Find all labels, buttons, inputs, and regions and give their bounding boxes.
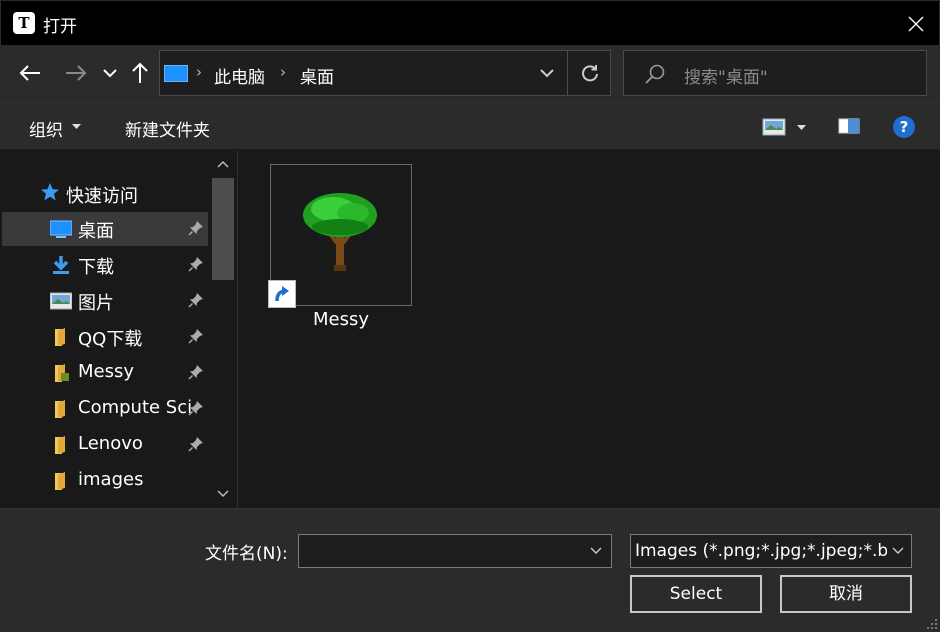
arrow-up-icon [132, 62, 148, 83]
sidebar-item-compute-sci[interactable]: Compute Sci [2, 392, 208, 426]
chevron-down-icon [103, 69, 117, 78]
up-button[interactable] [126, 59, 154, 87]
sidebar-item-desktop[interactable]: 桌面 [2, 212, 208, 246]
address-dropdown-button[interactable] [528, 51, 566, 95]
scroll-down-button[interactable] [210, 482, 236, 506]
chevron-up-icon [217, 160, 229, 168]
search-placeholder: 搜索"桌面" [684, 68, 768, 88]
navigation-bar: › 此电脑 › 桌面 搜索"桌面" [0, 45, 940, 102]
file-type-select[interactable]: Images (*.png;*.jpg;*.jpeg;*.b [630, 534, 912, 568]
file-type-value: Images (*.png;*.jpg;*.jpeg;*.b [635, 541, 887, 561]
sidebar-item-label: 下载 [78, 257, 114, 278]
quick-access-label[interactable]: 快速访问 [66, 182, 138, 208]
sidebar-item-messy[interactable]: Messy [2, 356, 208, 390]
folder-icon [55, 400, 65, 418]
arrow-right-icon [66, 65, 87, 81]
chevron-right-icon: › [280, 63, 286, 81]
caret-down-icon [72, 124, 81, 129]
shortcut-arrow-icon [275, 286, 289, 302]
recent-locations-button[interactable] [96, 59, 124, 87]
download-icon [53, 256, 69, 274]
app-icon: T [13, 12, 35, 34]
window-title: 打开 [43, 17, 77, 37]
help-icon: ? [893, 116, 915, 138]
pin-icon[interactable] [188, 364, 204, 380]
resize-grip-icon[interactable] [926, 618, 938, 630]
star-icon [41, 183, 59, 201]
this-pc-icon [164, 65, 188, 82]
folder-icon [55, 328, 65, 346]
file-type-dropdown-arrow[interactable] [885, 536, 911, 566]
command-bar: 组织 新建文件夹 ? [0, 102, 940, 150]
scroll-thumb[interactable] [212, 178, 234, 280]
pin-icon[interactable] [188, 400, 204, 416]
file-name: Messy [312, 309, 369, 330]
search-box[interactable]: 搜索"桌面" [623, 50, 927, 96]
caret-down-icon [797, 125, 806, 130]
breadcrumb-this-pc[interactable]: 此电脑 [214, 63, 265, 88]
pin-icon[interactable] [188, 436, 204, 452]
svg-text:?: ? [900, 118, 909, 136]
sidebar-item-label: 图片 [78, 293, 114, 314]
filename-history-dropdown[interactable] [582, 535, 610, 567]
close-button[interactable] [893, 1, 939, 46]
cancel-button[interactable]: 取消 [780, 575, 912, 613]
sidebar-item-label: QQ下载 [78, 329, 143, 350]
desktop-icon [50, 220, 72, 238]
refresh-button[interactable] [567, 51, 611, 95]
filename-label: 文件名(N): [205, 544, 288, 564]
select-button[interactable]: Select [630, 575, 762, 613]
organize-menu[interactable]: 组织 [29, 116, 63, 141]
forward-button[interactable] [62, 59, 90, 87]
new-folder-button[interactable]: 新建文件夹 [125, 116, 210, 141]
help-button[interactable]: ? [892, 115, 916, 139]
chevron-right-icon: › [196, 63, 202, 81]
sidebar-item-label: images [78, 469, 144, 490]
sidebar-item-partial[interactable] [2, 500, 208, 508]
sidebar-item-label: 桌面 [78, 221, 114, 242]
navigation-pane: 快速访问 桌面 下载 图片 QQ下载 Messy Compute Sci Len… [0, 150, 238, 508]
view-icon [762, 118, 786, 136]
sidebar-item-label: Compute Sci [78, 397, 193, 418]
chevron-down-icon [892, 547, 904, 554]
sidebar-item-downloads[interactable]: 下载 [2, 248, 208, 282]
sidebar-item-images[interactable]: images [2, 464, 208, 498]
change-view-button[interactable] [760, 115, 810, 139]
sidebar-item-label: Messy [78, 361, 135, 382]
refresh-icon [581, 65, 598, 82]
sidebar-item-pictures[interactable]: 图片 [2, 284, 208, 318]
shortcut-overlay [268, 280, 296, 308]
chevron-down-icon [540, 69, 554, 78]
preview-pane-icon [838, 118, 860, 134]
filename-input[interactable] [298, 534, 612, 568]
sidebar-item-label: Lenovo [78, 433, 143, 454]
back-button[interactable] [16, 59, 44, 87]
breadcrumb-desktop[interactable]: 桌面 [300, 63, 334, 88]
title-bar: T 打开 [0, 0, 940, 45]
sidebar-item-qq-downloads[interactable]: QQ下载 [2, 320, 208, 354]
chevron-down-icon [590, 547, 602, 554]
folder-icon [55, 364, 69, 382]
pin-icon[interactable] [188, 256, 204, 272]
file-list[interactable]: Messy [238, 150, 940, 508]
sidebar-scrollbar[interactable] [210, 150, 236, 508]
chevron-down-icon [217, 490, 229, 498]
close-icon [908, 16, 924, 31]
folder-icon [55, 436, 65, 454]
search-icon [645, 64, 665, 84]
scroll-up-button[interactable] [210, 152, 236, 176]
pin-icon[interactable] [188, 292, 204, 308]
arrow-left-icon [19, 65, 40, 81]
preview-pane-button[interactable] [838, 117, 862, 137]
address-bar[interactable]: › 此电脑 › 桌面 [159, 50, 611, 96]
pin-icon[interactable] [188, 328, 204, 344]
dialog-footer: 文件名(N): Images (*.png;*.jpg;*.jpeg;*.b S… [0, 508, 940, 632]
folder-icon [55, 472, 65, 490]
sidebar-item-lenovo[interactable]: Lenovo [2, 428, 208, 462]
pin-icon[interactable] [188, 220, 204, 236]
pictures-icon [50, 292, 72, 310]
